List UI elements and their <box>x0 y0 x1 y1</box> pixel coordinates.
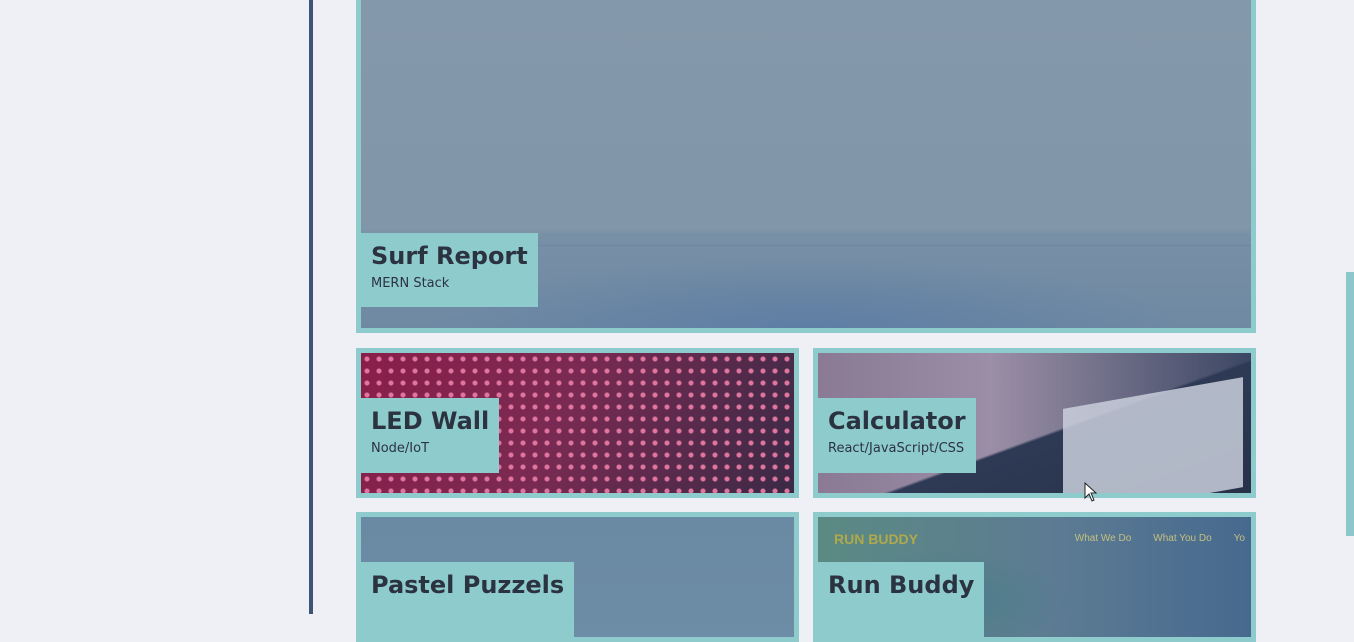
project-stack: MERN Stack <box>371 276 450 291</box>
left-divider <box>309 0 313 614</box>
project-title: Surf Report <box>371 242 528 270</box>
laptop-screen <box>1063 377 1243 493</box>
run-buddy-nav-item: What We Do <box>1074 533 1132 544</box>
run-buddy-nav-item: What You Do <box>1153 533 1212 544</box>
project-caption: Calculator React/JavaScript/CSS <box>818 398 976 473</box>
project-card-led-wall[interactable]: LED Wall Node/IoT <box>356 348 799 498</box>
project-caption: Pastel Puzzels <box>361 562 575 637</box>
project-title: Pastel Puzzels <box>371 571 565 599</box>
project-title: Run Buddy <box>828 571 975 599</box>
scrollbar-thumb[interactable] <box>1346 272 1354 536</box>
project-stack: React/JavaScript/CSS <box>828 441 965 456</box>
project-card-run-buddy[interactable]: RUN BUDDY What We Do What You Do Yo Run … <box>813 512 1256 642</box>
project-title: Calculator <box>828 407 966 435</box>
run-buddy-nav: What We Do What You Do Yo <box>1075 533 1245 544</box>
project-title: LED Wall <box>371 407 490 435</box>
project-caption: LED Wall Node/IoT <box>361 398 500 473</box>
run-buddy-brand: RUN BUDDY <box>834 531 918 547</box>
project-card-surf-report[interactable]: Surf Report MERN Stack <box>356 0 1256 333</box>
run-buddy-nav-item: Yo <box>1233 533 1245 544</box>
project-caption: Surf Report MERN Stack <box>361 233 538 307</box>
mouse-cursor-icon <box>1084 482 1098 502</box>
scrollbar[interactable] <box>1346 0 1354 614</box>
project-caption: Run Buddy <box>818 562 985 637</box>
project-stack: Node/IoT <box>371 441 430 456</box>
project-card-calculator[interactable]: Calculator React/JavaScript/CSS <box>813 348 1256 498</box>
project-card-pastel-puzzels[interactable]: Pastel Puzzels <box>356 512 799 642</box>
